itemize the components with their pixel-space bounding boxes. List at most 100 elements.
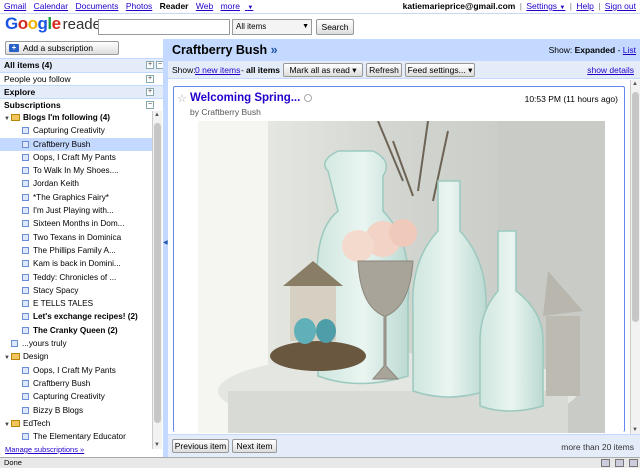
sidebar-feed[interactable]: The Elementary Educator: [0, 430, 152, 443]
folder-icon: [11, 114, 20, 121]
entry-date: 10:53 PM (11 hours ago): [524, 94, 618, 104]
add-subscription-button[interactable]: + Add a subscription: [5, 41, 119, 55]
view-mode-list[interactable]: List: [623, 45, 636, 55]
entry-title-text: Welcoming Spring...: [190, 92, 301, 104]
collapse-icon[interactable]: −: [146, 101, 154, 109]
all-items-filter[interactable]: all items: [246, 65, 280, 75]
sidebar-feed[interactable]: Oops, I Craft My Pants: [0, 364, 152, 377]
sidebar-item-explore[interactable]: Explore +: [0, 85, 163, 99]
sidebar-feed[interactable]: The Phillips Family A...: [0, 244, 152, 257]
sidebar-item-label: ...yours truly: [22, 339, 67, 349]
scroll-up-icon[interactable]: ▲: [154, 112, 160, 118]
google-reader-logo[interactable]: Google reader: [5, 14, 106, 40]
previous-item-button[interactable]: Previous item: [172, 439, 229, 453]
folder-icon: [11, 353, 20, 361]
sidebar-scrollbar[interactable]: ▲ ▼: [152, 111, 162, 449]
expand-triangle-icon[interactable]: ▼: [4, 419, 11, 430]
sign-out-link[interactable]: Sign out: [605, 1, 636, 11]
scroll-up-icon[interactable]: ▲: [632, 81, 638, 87]
scroll-down-icon[interactable]: ▼: [154, 442, 160, 448]
entry-card[interactable]: ☆ Welcoming Spring... 10:53 PM (11 hours…: [173, 86, 625, 433]
sidebar-item-label: The Cranky Queen (2): [33, 325, 118, 335]
sidebar-feed[interactable]: Craftberry Bush: [0, 137, 152, 151]
sidebar-feed[interactable]: Oops, I Craft My Pants: [0, 151, 152, 164]
entry-title-link[interactable]: Welcoming Spring...: [190, 92, 300, 104]
feed-title[interactable]: Craftberry Bush »: [172, 43, 278, 57]
sidebar: + Add a subscription All items (4) + − P…: [0, 39, 164, 457]
help-link[interactable]: Help: [576, 1, 593, 11]
sidebar-feed[interactable]: Sixteen Months in Dom...: [0, 217, 152, 230]
sidebar-folder[interactable]: ▼ Blogs I'm following (4): [0, 111, 152, 124]
sidebar-feed[interactable]: Two Texans in Dominica: [0, 231, 152, 244]
expand-icon[interactable]: +: [146, 88, 154, 96]
expand-icon[interactable]: +: [146, 75, 154, 83]
view-mode-expanded[interactable]: Expanded: [575, 45, 616, 55]
sidebar-feed[interactable]: I'm Just Playing with...: [0, 204, 152, 217]
sidebar-item-all-items[interactable]: All items (4) + −: [0, 58, 164, 72]
gbar-link-more[interactable]: more ▼: [221, 1, 259, 11]
sidebar-feed[interactable]: Jordan Keith: [0, 177, 152, 190]
sidebar-item-label: Oops, I Craft My Pants: [33, 152, 116, 162]
next-item-button[interactable]: Next item: [232, 439, 277, 453]
separator: |: [598, 1, 601, 11]
plus-icon: +: [9, 44, 19, 52]
puzzle-icon[interactable]: [600, 459, 610, 467]
sidebar-feed[interactable]: The Cranky Queen (2): [0, 324, 152, 337]
sidebar-feed[interactable]: Stacy Spacy: [0, 284, 152, 297]
view-mode-separator: -: [615, 45, 623, 55]
sidebar-feed[interactable]: Capturing Creativity: [0, 390, 152, 403]
scroll-down-icon[interactable]: ▼: [632, 427, 638, 433]
sidebar-feed[interactable]: Let's exchange recipes! (2): [0, 310, 152, 323]
item-count: more than 20 items: [561, 442, 634, 452]
sidebar-folder[interactable]: ▼ Design: [0, 350, 152, 363]
star-icon[interactable]: ☆: [177, 92, 187, 105]
chevron-down-icon: ▾: [468, 65, 473, 75]
settings-link[interactable]: Settings ▼: [526, 1, 565, 11]
sidebar-item-label: Sixteen Months in Dom...: [33, 219, 125, 229]
sidebar-feed[interactable]: *The Graphics Fairy*: [0, 191, 152, 204]
status-icons: [598, 459, 638, 468]
scrollbar-thumb[interactable]: [154, 123, 161, 423]
gbar-link-photos[interactable]: Photos: [126, 1, 152, 11]
search-button[interactable]: Search: [316, 19, 354, 35]
external-link-icon[interactable]: [304, 94, 312, 102]
search-input[interactable]: [98, 19, 230, 35]
sidebar-item-people-you-follow[interactable]: People you follow +: [0, 72, 163, 86]
sidebar-item-label: EdTech: [23, 418, 51, 428]
gbar-link-calendar[interactable]: Calendar: [34, 1, 69, 11]
sidebar-folder[interactable]: ▼ EdTech: [0, 417, 152, 430]
expand-triangle-icon[interactable]: ▼: [4, 113, 11, 124]
sidebar-feed[interactable]: Kam is back in Domini...: [0, 257, 152, 270]
logo-letter: e: [51, 14, 61, 33]
sidebar-feed[interactable]: Bizzy B Blogs: [0, 404, 152, 417]
refresh-icon[interactable]: +: [146, 61, 154, 69]
feed-settings-button[interactable]: Feed settings... ▾: [405, 63, 475, 77]
sidebar-feed[interactable]: Craftberry Bush: [0, 377, 152, 390]
gbar-link-documents[interactable]: Documents: [75, 1, 118, 11]
grid-icon[interactable]: [614, 459, 624, 467]
sidebar-item-subscriptions[interactable]: Subscriptions −: [0, 98, 163, 112]
sidebar-feed[interactable]: E TELLS TALES: [0, 297, 152, 310]
sidebar-feed[interactable]: Teddy: Chronicles of ...: [0, 271, 152, 284]
sidebar-item-label: Teddy: Chronicles of ...: [33, 272, 117, 282]
mark-all-read-button[interactable]: Mark all as read ▾: [283, 63, 363, 77]
refresh-button[interactable]: Refresh: [366, 63, 402, 77]
chevron-down-icon: ▼: [559, 5, 566, 11]
sidebar-feed[interactable]: Capturing Creativity: [0, 124, 152, 137]
show-details-link[interactable]: show details: [587, 65, 634, 75]
feed-icon: [22, 153, 29, 161]
expand-triangle-icon[interactable]: ▼: [4, 352, 11, 363]
manage-subscriptions-link[interactable]: Manage subscriptions »: [5, 445, 84, 454]
sidebar-feed[interactable]: To Walk In My Shoes....: [0, 164, 152, 177]
entry-image: [198, 121, 605, 433]
gbar-link-gmail[interactable]: Gmail: [4, 1, 26, 11]
search-scope-select[interactable]: All items ▼: [232, 19, 312, 35]
scrollbar-thumb[interactable]: [632, 92, 639, 322]
feed-icon: [22, 193, 29, 201]
google-bar: Gmail Calendar Documents Photos Reader W…: [0, 0, 640, 13]
shield-icon[interactable]: [629, 459, 638, 467]
entries-scrollbar[interactable]: ▲ ▼: [630, 80, 640, 434]
gbar-link-web[interactable]: Web: [196, 1, 213, 11]
new-items-filter[interactable]: 0 new items: [195, 65, 240, 75]
sidebar-feed[interactable]: ...yours truly: [0, 337, 152, 350]
